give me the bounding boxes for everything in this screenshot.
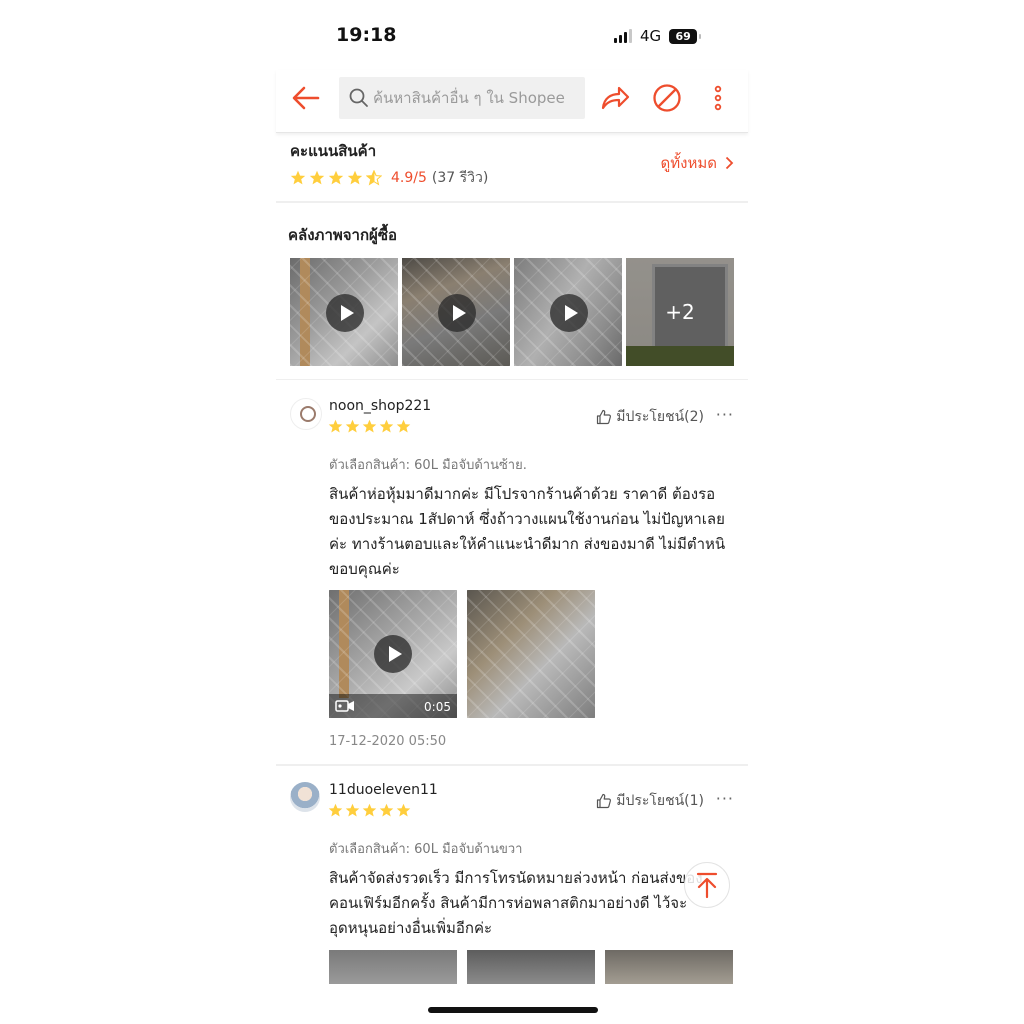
star-icon — [379, 803, 394, 817]
rating-stars: 4.9/5 (37 รีวิว) — [290, 167, 488, 189]
scroll-to-top-button[interactable] — [684, 862, 730, 908]
review-stars — [328, 803, 413, 818]
status-time: 19:18 — [336, 24, 397, 46]
gallery-video-thumb[interactable] — [402, 258, 510, 366]
review-stars — [328, 419, 413, 434]
helpful-label: มีประโยชน์(2) — [616, 409, 704, 425]
video-camera-icon — [335, 700, 354, 712]
play-icon — [550, 294, 588, 332]
see-all-link[interactable]: ดูทั้งหมด — [661, 151, 734, 175]
review-photo[interactable] — [467, 590, 595, 718]
helpful-button[interactable]: มีประโยชน์(2) — [596, 406, 704, 428]
avatar[interactable] — [290, 398, 322, 430]
gallery-more-thumb[interactable]: +2 — [626, 258, 734, 366]
star-icon — [396, 803, 411, 817]
review-photo[interactable] — [467, 950, 595, 984]
star-icon — [290, 170, 306, 185]
star-icon — [328, 803, 343, 817]
arrow-left-icon — [292, 86, 320, 110]
thumbs-up-icon — [597, 793, 612, 809]
review-media: 0:05 — [329, 590, 595, 718]
star-icon — [362, 803, 377, 817]
review-username[interactable]: 11duoeleven11 — [329, 782, 438, 798]
review-more-button[interactable]: ··· — [716, 405, 734, 424]
review-media — [329, 950, 733, 984]
review-video[interactable]: 0:05 — [329, 590, 457, 718]
review-text: สินค้าห่อหุ้มมาดีมากค่ะ มีโปรจากร้านค้าด… — [329, 485, 726, 578]
rating-score: 4.9/5 — [391, 170, 427, 186]
product-rating-section: คะแนนสินค้า 4.9/5 (37 รีวิว) ดูทั้งหมด — [276, 133, 748, 203]
review-variant: ตัวเลือกสินค้า: 60L มือจับด้านซ้าย. — [329, 458, 527, 473]
block-icon — [653, 84, 681, 112]
review-date: 17-12-2020 05:50 — [329, 734, 447, 749]
review-card: 11duoeleven11 มีประโยชน์(1) ··· ตัวเลือก… — [276, 766, 748, 986]
review-text: สินค้าจัดส่งรวดเร็ว มีการโทรนัดหมายล่วงห… — [329, 869, 703, 937]
star-icon — [396, 419, 411, 433]
network-type: 4G — [640, 27, 662, 45]
play-icon — [374, 635, 412, 673]
star-half-icon — [366, 170, 382, 186]
search-icon — [349, 88, 368, 107]
phone-screen: 19:18 4G 69 ค้นหาสินค้าอื่น ๆ ใน Shopee — [276, 0, 748, 1024]
gallery-thumbnails: +2 — [290, 258, 734, 366]
more-vertical-icon — [714, 85, 722, 111]
review-card: noon_shop221 มีประโยชน์(2) ··· ตัวเลือกส… — [276, 382, 748, 766]
signal-icon — [614, 29, 632, 43]
share-icon — [601, 86, 630, 110]
rating-count: (37 รีวิว) — [431, 170, 489, 186]
review-username[interactable]: noon_shop221 — [329, 398, 431, 414]
star-icon — [347, 170, 363, 185]
see-all-label: ดูทั้งหมด — [660, 154, 717, 172]
chevron-right-icon — [725, 156, 734, 170]
block-button[interactable] — [652, 83, 682, 113]
review-photo[interactable] — [329, 950, 457, 984]
avatar[interactable] — [290, 782, 320, 812]
review-variant: ตัวเลือกสินค้า: 60L มือจับด้านขวา — [329, 842, 523, 857]
top-bar: ค้นหาสินค้าอื่น ๆ ใน Shopee — [276, 70, 748, 133]
back-button[interactable] — [290, 84, 322, 112]
gallery-title: คลังภาพจากผู้ซื้อ — [288, 226, 398, 244]
buyer-gallery-section: คลังภาพจากผู้ซื้อ +2 — [276, 203, 748, 380]
more-options-button[interactable] — [712, 84, 724, 112]
more-count: +2 — [626, 258, 734, 366]
photo-texture — [467, 590, 595, 718]
battery-icon: 69 — [669, 28, 702, 44]
star-icon — [379, 419, 394, 433]
thumbs-up-icon — [597, 409, 612, 425]
review-more-button[interactable]: ··· — [716, 789, 734, 808]
star-icon — [345, 419, 360, 433]
helpful-button[interactable]: มีประโยชน์(1) — [596, 790, 704, 812]
search-placeholder: ค้นหาสินค้าอื่น ๆ ใน Shopee — [373, 89, 565, 107]
gallery-video-thumb[interactable] — [290, 258, 398, 366]
star-icon — [309, 170, 325, 185]
star-icon — [345, 803, 360, 817]
arrow-up-icon — [696, 872, 718, 899]
star-icon — [328, 170, 344, 185]
home-indicator[interactable] — [428, 1007, 598, 1013]
star-icon — [362, 419, 377, 433]
review-photo[interactable] — [605, 950, 733, 984]
search-input[interactable]: ค้นหาสินค้าอื่น ๆ ใน Shopee — [339, 77, 585, 119]
helpful-label: มีประโยชน์(1) — [616, 793, 704, 809]
play-icon — [326, 294, 364, 332]
star-icon — [328, 419, 343, 433]
video-duration: 0:05 — [424, 700, 451, 714]
share-button[interactable] — [600, 84, 630, 112]
play-icon — [438, 294, 476, 332]
gallery-video-thumb[interactable] — [514, 258, 622, 366]
status-indicators: 4G 69 — [614, 26, 702, 46]
rating-title: คะแนนสินค้า — [290, 142, 377, 160]
